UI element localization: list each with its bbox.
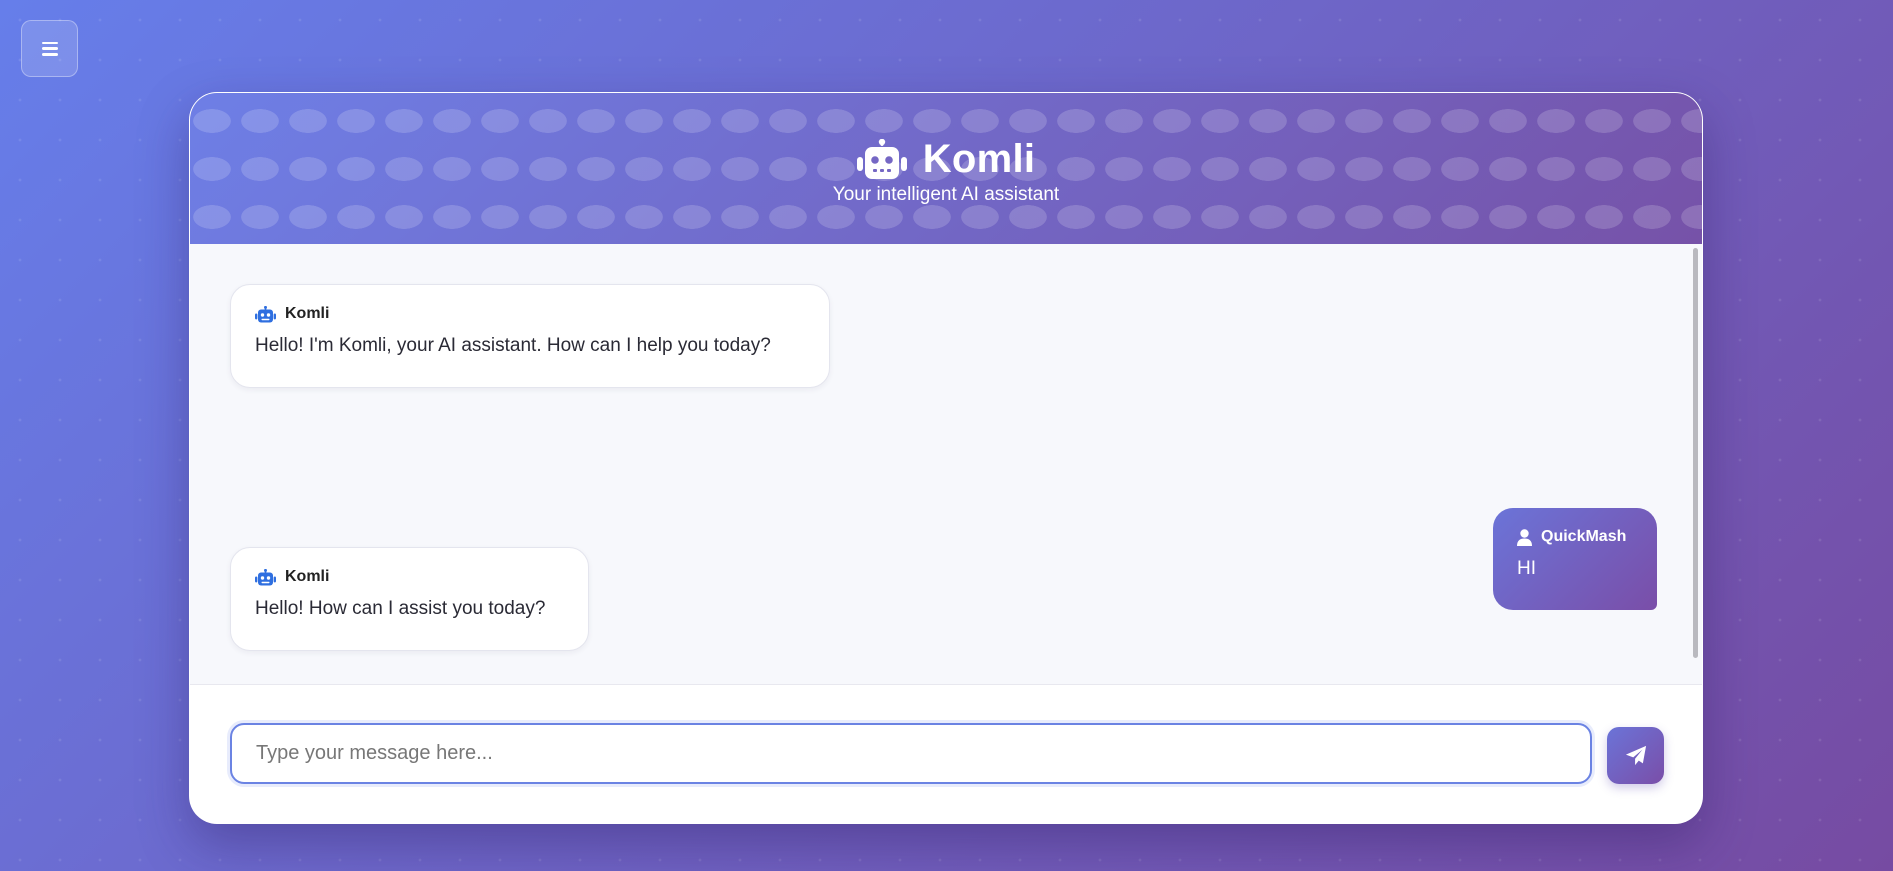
robot-icon: [255, 568, 276, 585]
bot-message: Komli Hello! How can I assist you today?: [230, 547, 589, 651]
robot-icon: [255, 305, 276, 322]
paper-plane-icon: [1625, 745, 1646, 765]
user-message: QuickMash HI: [1493, 508, 1657, 610]
chat-header: Komli Your intelligent AI assistant: [190, 93, 1702, 244]
scrollbar[interactable]: [1693, 248, 1698, 658]
hamburger-icon: [41, 41, 58, 56]
message-text: Hello! How can I assist you today?: [255, 598, 546, 619]
menu-button[interactable]: [21, 20, 78, 77]
robot-icon: [856, 138, 907, 179]
message-text: Hello! I'm Komli, your AI assistant. How…: [255, 335, 771, 356]
message-text: HI: [1517, 558, 1536, 579]
message-sender: QuickMash: [1541, 528, 1627, 545]
message-sender: Komli: [285, 305, 330, 322]
message-sender: Komli: [285, 568, 330, 585]
chat-window: Komli Your intelligent AI assistant Koml…: [189, 92, 1703, 824]
message-list[interactable]: Komli Hello! I'm Komli, your AI assistan…: [190, 244, 1702, 685]
send-button[interactable]: [1607, 727, 1664, 784]
composer: [190, 685, 1702, 823]
bot-message: Komli Hello! I'm Komli, your AI assistan…: [230, 284, 830, 388]
message-input[interactable]: [230, 723, 1592, 784]
app-subtitle: Your intelligent AI assistant: [832, 184, 1060, 205]
app-title: Komli: [922, 137, 1036, 181]
user-icon: [1517, 528, 1532, 546]
